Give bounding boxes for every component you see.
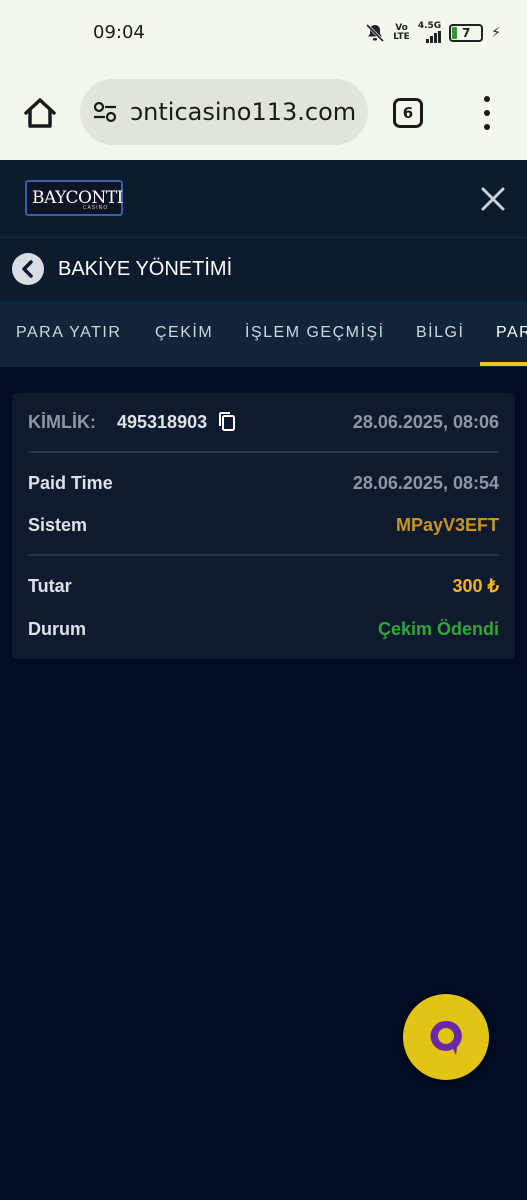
logo-text: BAYCONTI: [32, 188, 123, 208]
logo-subtext: CASINO: [83, 205, 109, 211]
network-group: 4.5G: [417, 21, 442, 43]
battery-level: 7: [461, 25, 471, 40]
tab-islem-gecmisi[interactable]: İŞLEM GEÇMİŞİ: [245, 324, 385, 342]
page-title: BAKİYE YÖNETİMİ: [58, 258, 233, 280]
bell-muted-icon: [366, 23, 385, 42]
browser-toolbar: ɔnticasino113.com 6: [0, 66, 527, 160]
amount-value: 300 ₺: [452, 576, 500, 596]
bayconti-logo[interactable]: BAYCONTI CASINO: [25, 180, 123, 216]
id-label: KİMLİK:: [28, 412, 96, 432]
tab-active[interactable]: PAR: [496, 324, 527, 342]
tab-bar: PARA YATIR ÇEKİM İŞLEM GEÇMİŞİ BİLGİ PAR: [0, 301, 527, 367]
battery-icon: 7: [449, 23, 484, 42]
transaction-card: KİMLİK: 495318903 28.06.2025, 08:06 Paid…: [12, 393, 515, 659]
paid-time-label: Paid Time: [28, 473, 113, 493]
site-header: BAYCONTI CASINO: [0, 160, 527, 238]
tab-switcher-button[interactable]: 6: [393, 98, 423, 128]
status-bar: 09:04 Vo LTE 4.5G 7 ⚡: [0, 0, 527, 66]
system-label: Sistem: [28, 515, 88, 535]
status-label: Durum: [28, 619, 86, 639]
status-icons: Vo LTE 4.5G 7 ⚡: [365, 22, 501, 43]
paid-time-value: 28.06.2025, 08:54: [352, 473, 499, 493]
divider: [28, 554, 499, 556]
status-time: 09:04: [93, 22, 145, 43]
back-button[interactable]: [12, 253, 44, 285]
copy-icon[interactable]: [217, 411, 237, 433]
url-text[interactable]: ɔnticasino113.com: [130, 98, 356, 126]
page-title-row: BAKİYE YÖNETİMİ: [0, 238, 527, 301]
site-settings-icon[interactable]: [92, 99, 118, 125]
volte-bottom: LTE: [393, 31, 410, 42]
network-type: 4.5G: [417, 21, 442, 31]
tab-cekim[interactable]: ÇEKİM: [155, 324, 213, 342]
signal-icon: [426, 31, 442, 43]
address-bar[interactable]: ɔnticasino113.com: [80, 79, 368, 145]
live-chat-button[interactable]: [403, 994, 489, 1080]
created-date: 28.06.2025, 08:06: [352, 412, 499, 432]
close-icon[interactable]: [480, 186, 506, 212]
id-value: 495318903: [117, 412, 208, 432]
amount-label: Tutar: [28, 576, 72, 596]
divider: [28, 451, 499, 453]
system-value: MPayV3EFT: [395, 515, 499, 535]
back-arrow-icon: [22, 260, 33, 278]
chat-bubble-icon: [430, 1020, 462, 1055]
active-tab-indicator: [480, 362, 527, 366]
tab-para-yatir[interactable]: PARA YATIR: [16, 324, 121, 342]
volte-indicator: Vo LTE: [393, 23, 410, 42]
tab-bilgi[interactable]: BİLGİ: [416, 324, 464, 342]
status-value: Çekim Ödendi: [377, 619, 499, 639]
menu-dots-icon[interactable]: [480, 96, 494, 130]
home-icon[interactable]: [22, 95, 58, 131]
charging-bolt-icon: ⚡: [491, 24, 501, 41]
